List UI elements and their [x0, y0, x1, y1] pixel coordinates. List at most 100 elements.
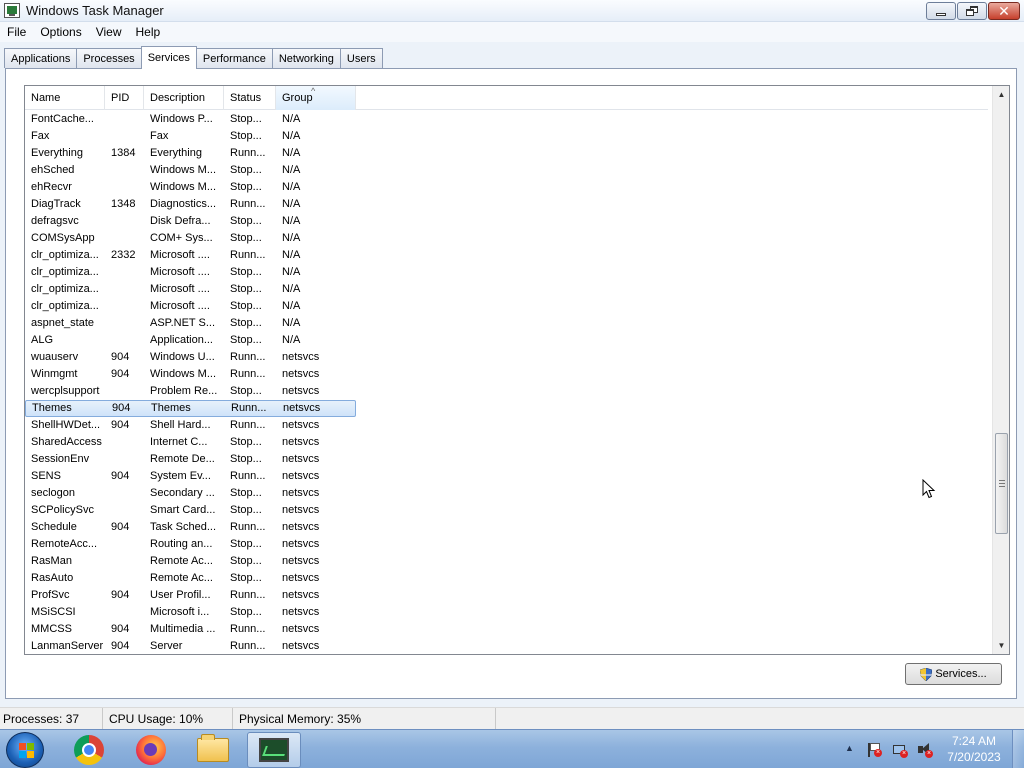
table-row[interactable]: RasAuto Remote Ac... Stop... netsvcs [25, 570, 356, 587]
tab-applications[interactable]: Applications [4, 48, 78, 68]
status-bar: Processes: 37 CPU Usage: 10% Physical Me… [0, 707, 1024, 730]
table-row[interactable]: SharedAccess Internet C... Stop... netsvcs [25, 434, 356, 451]
column-header-group[interactable]: Group ^ [276, 86, 356, 110]
cell-status: Runn... [230, 147, 266, 159]
cell-pid: 904 [111, 640, 130, 652]
column-header-description[interactable]: Description [144, 86, 224, 110]
volume-icon[interactable]: × [916, 742, 933, 758]
column-header-status[interactable]: Status [224, 86, 276, 110]
cell-name: SCPolicySvc [31, 504, 94, 516]
cell-description: Remote Ac... [150, 555, 213, 567]
clock[interactable]: 7:24 AM 7/20/2023 [940, 733, 1008, 765]
table-row[interactable]: clr_optimiza... Microsoft .... Stop... N/A [25, 264, 356, 281]
cell-description: Shell Hard... [150, 419, 211, 431]
table-row[interactable]: clr_optimiza... Microsoft .... Stop... N/A [25, 298, 356, 315]
table-row[interactable]: Schedule 904 Task Sched... Runn... netsvcs [25, 519, 356, 536]
table-row[interactable]: SessionEnv Remote De... Stop... netsvcs [25, 451, 356, 468]
tab-processes[interactable]: Processes [76, 48, 142, 68]
scrollbar-thumb[interactable] [995, 433, 1008, 534]
cell-status: Stop... [230, 453, 262, 465]
network-icon[interactable]: × [892, 742, 908, 758]
table-row[interactable]: ProfSvc 904 User Profil... Runn... netsvcs [25, 587, 356, 604]
table-row[interactable]: MSiSCSI Microsoft i... Stop... netsvcs [25, 604, 356, 621]
table-row[interactable]: Everything 1384 Everything Runn... N/A [25, 145, 356, 162]
table-row[interactable]: SENS 904 System Ev... Runn... netsvcs [25, 468, 356, 485]
task-manager-icon[interactable] [247, 732, 301, 768]
cell-name: wuauserv [31, 351, 79, 363]
show-desktop-button[interactable] [1012, 730, 1024, 768]
cell-name: Schedule [31, 521, 77, 533]
menu-view[interactable]: View [89, 25, 129, 39]
menu-help[interactable]: Help [129, 25, 168, 39]
table-row[interactable]: RasMan Remote Ac... Stop... netsvcs [25, 553, 356, 570]
cell-group: N/A [282, 181, 301, 193]
cell-status: Stop... [230, 113, 262, 125]
table-row[interactable]: RemoteAcc... Routing an... Stop... netsvcs [25, 536, 356, 553]
table-row[interactable]: defragsvc Disk Defra... Stop... N/A [25, 213, 356, 230]
table-row[interactable]: wercplsupport Problem Re... Stop... netsvcs [25, 383, 356, 400]
cell-name: wercplsupport [31, 385, 100, 397]
menu-file[interactable]: File [0, 25, 33, 39]
cell-status: Stop... [230, 266, 262, 278]
scroll-up-icon[interactable]: ▲ [993, 86, 1009, 103]
table-row[interactable]: DiagTrack 1348 Diagnostics... Runn... N/A [25, 196, 356, 213]
table-row[interactable]: LanmanServer 904 Server Runn... netsvcs [25, 638, 356, 654]
minimize-icon [936, 12, 946, 16]
table-row[interactable]: ALG Application... Stop... N/A [25, 332, 356, 349]
table-row[interactable]: Winmgmt 904 Windows M... Runn... netsvcs [25, 366, 356, 383]
tab-performance[interactable]: Performance [195, 48, 273, 68]
status-physical-memory: Physical Memory: 35% [236, 708, 496, 730]
table-row[interactable]: seclogon Secondary ... Stop... netsvcs [25, 485, 356, 502]
start-button[interactable] [6, 732, 44, 768]
folder-icon[interactable] [186, 732, 240, 768]
table-row[interactable]: COMSysApp COM+ Sys... Stop... N/A [25, 230, 356, 247]
table-row[interactable]: clr_optimiza... 2332 Microsoft .... Runn...… [25, 247, 356, 264]
services-button[interactable]: Services... [905, 663, 1002, 685]
tab-users[interactable]: Users [339, 48, 383, 68]
title-bar: Windows Task Manager ✕ [0, 0, 1024, 22]
restore-button[interactable] [957, 2, 987, 20]
cell-group: N/A [282, 147, 301, 159]
table-row[interactable]: ehRecvr Windows M... Stop... N/A [25, 179, 356, 196]
cell-name: ALG [31, 334, 54, 346]
cell-status: Stop... [230, 555, 262, 567]
cell-group: netsvcs [282, 385, 320, 397]
table-row[interactable]: ShellHWDet... 904 Shell Hard... Runn... nets… [25, 417, 356, 434]
table-row[interactable]: ehSched Windows M... Stop... N/A [25, 162, 356, 179]
system-tray: ▲ × × × 7:24 AM 7/20/2023 [840, 730, 1024, 768]
show-hidden-icons-icon[interactable]: ▲ [845, 743, 861, 759]
minimize-button[interactable] [926, 2, 956, 20]
table-row[interactable]: MMCSS 904 Multimedia ... Runn... netsvcs [25, 621, 356, 638]
table-row[interactable]: Fax Fax Stop... N/A [25, 128, 356, 145]
table-row[interactable]: SCPolicySvc Smart Card... Stop... netsvcs [25, 502, 356, 519]
table-row[interactable]: wuauserv 904 Windows U... Runn... netsvcs [25, 349, 356, 366]
cell-group: N/A [282, 283, 301, 295]
column-header-pid[interactable]: PID [105, 86, 144, 110]
cell-status: Stop... [230, 538, 262, 550]
cell-description: Windows M... [150, 181, 217, 193]
cell-group: netsvcs [282, 572, 320, 584]
tab-networking[interactable]: Networking [271, 48, 341, 68]
cell-description: Microsoft .... [150, 283, 210, 295]
clock-date: 7/20/2023 [947, 750, 1001, 764]
chrome-icon[interactable] [62, 732, 116, 768]
table-row[interactable]: Themes 904 Themes Runn... netsvcs [25, 400, 356, 417]
table-row[interactable]: aspnet_state ASP.NET S... Stop... N/A [25, 315, 356, 332]
table-row[interactable]: FontCache... Windows P... Stop... N/A [25, 111, 356, 128]
tab-services[interactable]: Services [140, 46, 197, 69]
services-list[interactable]: Name PID Description Status Group ^ Font… [24, 85, 1010, 655]
close-button[interactable]: ✕ [988, 2, 1020, 20]
firefox-icon[interactable] [124, 732, 178, 768]
cell-status: Stop... [230, 232, 262, 244]
mouse-cursor-icon [922, 479, 936, 499]
cell-pid: 904 [111, 623, 130, 635]
table-row[interactable]: clr_optimiza... Microsoft .... Stop... N/A [25, 281, 356, 298]
vertical-scrollbar[interactable]: ▲ ▼ [992, 86, 1009, 654]
cell-status: Stop... [230, 606, 262, 618]
cell-status: Runn... [230, 368, 266, 380]
menu-options[interactable]: Options [33, 25, 88, 39]
scroll-down-icon[interactable]: ▼ [993, 637, 1009, 654]
column-header-name[interactable]: Name [25, 86, 105, 110]
action-center-flag-icon[interactable]: × [866, 742, 882, 758]
cell-description: Routing an... [150, 538, 213, 550]
